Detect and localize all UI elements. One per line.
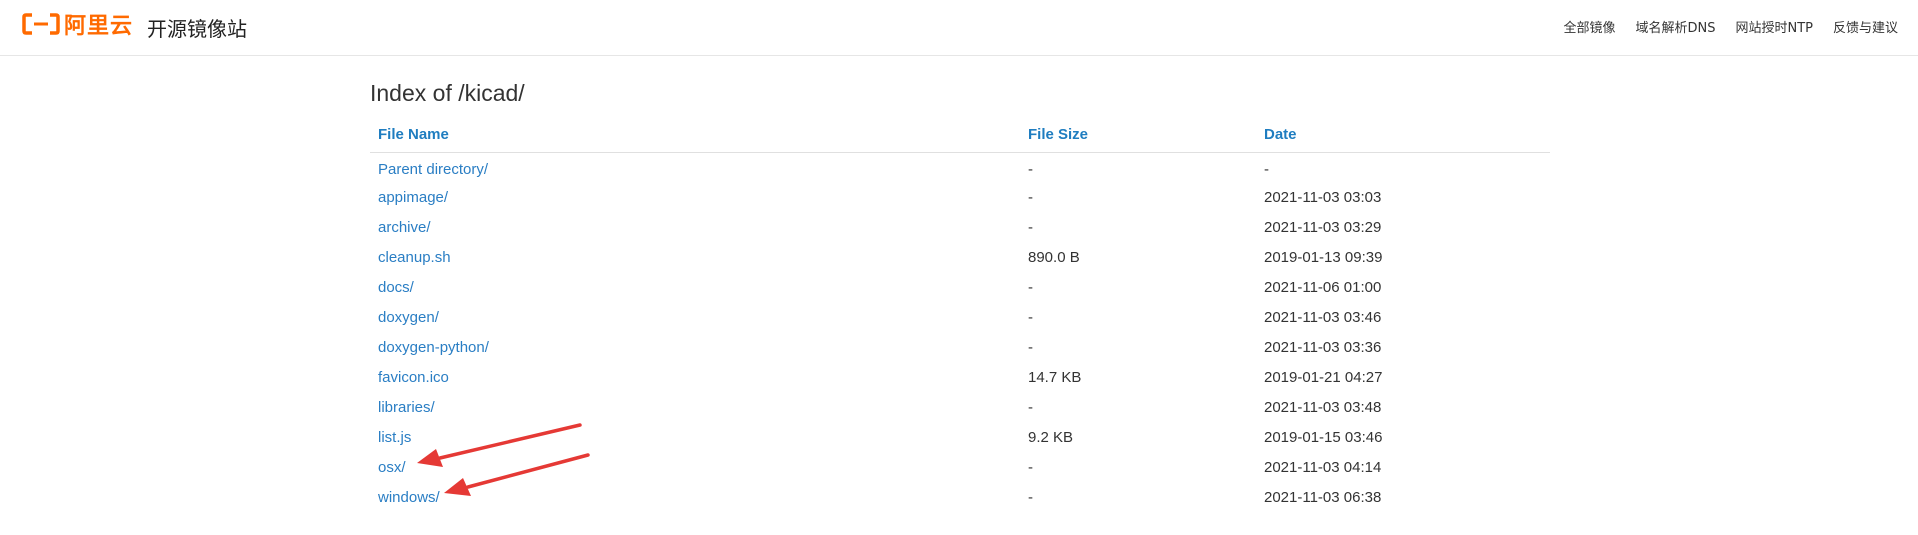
file-link[interactable]: osx/ — [378, 459, 406, 476]
aliyun-logo-icon — [22, 13, 60, 35]
table-row: doxygen-python/ - 2021-11-03 03:36 — [370, 332, 1550, 362]
table-row: favicon.ico 14.7 KB 2019-01-21 04:27 — [370, 362, 1550, 392]
file-link[interactable]: cleanup.sh — [378, 249, 451, 266]
file-link[interactable]: docs/ — [378, 279, 414, 296]
aliyun-logo[interactable]: 阿里云 — [22, 10, 134, 39]
nav-dns[interactable]: 域名解析DNS — [1635, 17, 1715, 36]
site-name: 开源镜像站 — [147, 17, 247, 41]
file-size: 9.2 KB — [1028, 428, 1074, 446]
table-row: list.js 9.2 KB 2019-01-15 03:46 — [370, 422, 1550, 452]
table-row: windows/ - 2021-11-03 06:38 — [370, 482, 1550, 512]
file-size: - — [1028, 458, 1033, 476]
table-row: osx/ - 2021-11-03 04:14 — [370, 452, 1550, 482]
file-size: - — [1028, 308, 1033, 326]
file-date: 2021-11-03 03:36 — [1264, 338, 1382, 356]
file-link[interactable]: archive/ — [378, 219, 431, 236]
page-title: Index of /kicad/ — [370, 80, 525, 106]
file-link[interactable]: windows/ — [378, 489, 440, 506]
file-date: 2021-11-03 03:03 — [1264, 188, 1382, 206]
file-size: - — [1028, 218, 1033, 236]
file-list: Parent directory/ - - appimage/ - 2021-1… — [370, 152, 1550, 512]
file-link[interactable]: favicon.ico — [378, 369, 449, 386]
header-nav: 全部镜像 域名解析DNS 网站授时NTP 反馈与建议 — [1563, 17, 1898, 36]
table-row: libraries/ - 2021-11-03 03:48 — [370, 392, 1550, 422]
file-link[interactable]: doxygen/ — [378, 309, 439, 326]
file-size: - — [1028, 188, 1033, 206]
file-date: 2021-11-03 04:14 — [1264, 458, 1382, 476]
file-date: - — [1264, 160, 1269, 178]
file-date: 2019-01-13 09:39 — [1264, 248, 1383, 266]
column-header-date[interactable]: Date — [1256, 117, 1550, 153]
file-size: - — [1028, 278, 1033, 296]
file-date: 2021-11-03 03:46 — [1264, 308, 1382, 326]
table-row: docs/ - 2021-11-06 01:00 — [370, 272, 1550, 302]
file-size: 14.7 KB — [1028, 368, 1082, 386]
file-date: 2019-01-15 03:46 — [1264, 428, 1383, 446]
table-row: appimage/ - 2021-11-03 03:03 — [370, 182, 1550, 212]
file-listing-table: File Name File Size Date Parent director… — [370, 117, 1550, 512]
file-link[interactable]: list.js — [378, 429, 411, 446]
nav-all-mirrors[interactable]: 全部镜像 — [1563, 17, 1615, 36]
top-navigation-bar: 阿里云 开源镜像站 全部镜像 域名解析DNS 网站授时NTP 反馈与建议 — [0, 0, 1918, 56]
file-size: 890.0 B — [1028, 248, 1080, 266]
file-link[interactable]: libraries/ — [378, 399, 435, 416]
file-size: - — [1028, 338, 1033, 356]
file-link[interactable]: doxygen-python/ — [378, 339, 489, 356]
table-header-row: File Name File Size Date — [370, 117, 1550, 153]
file-date: 2021-11-06 01:00 — [1264, 278, 1382, 296]
column-header-file-name[interactable]: File Name — [370, 117, 1020, 153]
table-row: archive/ - 2021-11-03 03:29 — [370, 212, 1550, 242]
column-header-file-size[interactable]: File Size — [1020, 117, 1256, 153]
file-size: - — [1028, 160, 1033, 178]
file-size: - — [1028, 398, 1033, 416]
table-row: cleanup.sh 890.0 B 2019-01-13 09:39 — [370, 242, 1550, 272]
logo-text: 阿里云 — [64, 14, 134, 39]
file-date: 2021-11-03 03:48 — [1264, 398, 1382, 416]
main-content: Index of /kicad/ File Name File Size Dat… — [370, 80, 1550, 512]
nav-feedback[interactable]: 反馈与建议 — [1833, 17, 1898, 36]
file-date: 2021-11-03 06:38 — [1264, 488, 1382, 506]
file-link[interactable]: appimage/ — [378, 189, 448, 206]
file-date: 2021-11-03 03:29 — [1264, 218, 1382, 236]
table-row: doxygen/ - 2021-11-03 03:46 — [370, 302, 1550, 332]
table-row: Parent directory/ - - — [370, 152, 1550, 182]
nav-ntp[interactable]: 网站授时NTP — [1735, 17, 1813, 36]
file-link[interactable]: Parent directory/ — [378, 161, 488, 178]
file-date: 2019-01-21 04:27 — [1264, 368, 1383, 386]
file-size: - — [1028, 488, 1033, 506]
